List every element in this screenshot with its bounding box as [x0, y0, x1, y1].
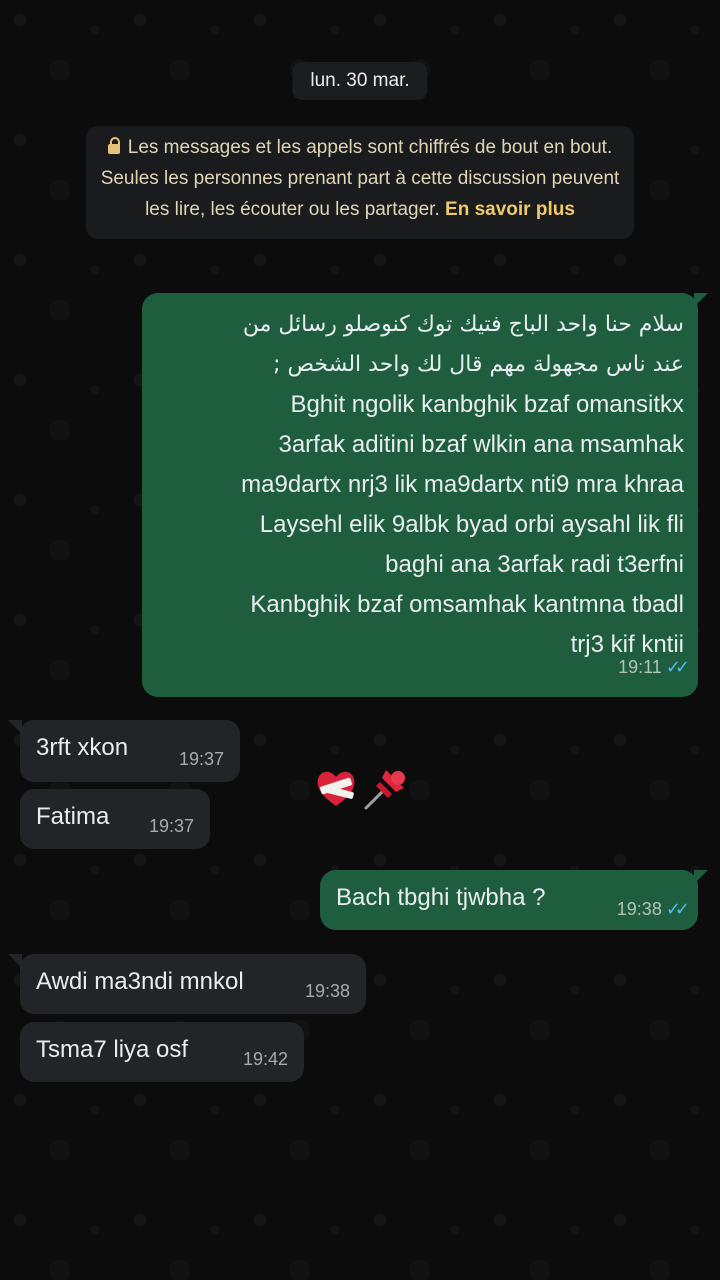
message-text: 3rft xkon [36, 734, 129, 761]
message-text: Awdi ma3ndi mnkol [36, 968, 244, 995]
pushpin-icon [364, 770, 405, 810]
message-bubble-incoming[interactable]: Awdi ma3ndi mnkol 19:38 [20, 954, 366, 1014]
read-receipt-icon: ✓✓ [665, 657, 690, 677]
encryption-notice[interactable]: Les messages et les appels sont chiffrés… [86, 126, 634, 239]
message-line: 3arfak aditini bzaf wlkin ana msamhak [278, 431, 684, 458]
message-time: 19:38 [304, 981, 350, 1001]
lock-icon [107, 137, 120, 154]
message-line: Kanbghik bzaf omsamhak kantmna tbadl [250, 591, 684, 618]
message-line: Laysehl elik 9albk byad orbi aysahl lik … [259, 511, 684, 538]
message-bubble-incoming[interactable]: 3rft xkon 19:37 [20, 720, 240, 782]
message-time: 19:38 [616, 899, 662, 919]
bubble-tail [8, 954, 22, 968]
message-line: سلام حنا واحد الباج فتيك توك كنوصلو رسائ… [242, 312, 684, 337]
message-time: 19:37 [178, 749, 224, 769]
learn-more-link[interactable]: En savoir plus [445, 199, 575, 220]
mending-heart-icon [317, 771, 355, 806]
bubble-tail [694, 293, 708, 307]
bubble-tail [8, 720, 22, 734]
message-line: baghi ana 3arfak radi t3erfni [385, 551, 684, 578]
message-bubble-incoming[interactable]: Fatima 19:37 [20, 789, 210, 849]
message-meta: 19:38 ✓✓ [616, 899, 690, 920]
message-line: trj3 kif kntii [570, 631, 684, 658]
message-bubble-outgoing[interactable]: Bach tbghi tjwbha ? 19:38 ✓✓ [320, 870, 698, 930]
message-text: Tsma7 liya osf [36, 1036, 189, 1063]
message-text: Bach tbghi tjwbha ? [336, 884, 546, 911]
message-bubble-incoming[interactable]: Tsma7 liya osf 19:42 [20, 1022, 304, 1082]
message-meta: 19:11 ✓✓ [618, 647, 690, 687]
message-line: ma9dartx nrj3 lik ma9dartx nti9 mra khra… [241, 471, 684, 498]
message-time: 19:37 [148, 816, 194, 836]
message-time: 19:11 [618, 657, 662, 677]
message-line: عند ناس مجهولة مهم قال لك واحد الشخص ; [273, 352, 684, 377]
bubble-tail [694, 870, 708, 884]
date-separator: lun. 30 mar. [292, 62, 428, 100]
message-line: Bghit ngolik kanbghik bzaf omansitkx [290, 391, 684, 418]
message-text: Fatima [36, 803, 110, 830]
message-time: 19:42 [242, 1049, 288, 1069]
read-receipt-icon: ✓✓ [665, 899, 690, 919]
message-bubble-outgoing[interactable]: سلام حنا واحد الباج فتيك توك كنوصلو رسائ… [142, 293, 698, 697]
